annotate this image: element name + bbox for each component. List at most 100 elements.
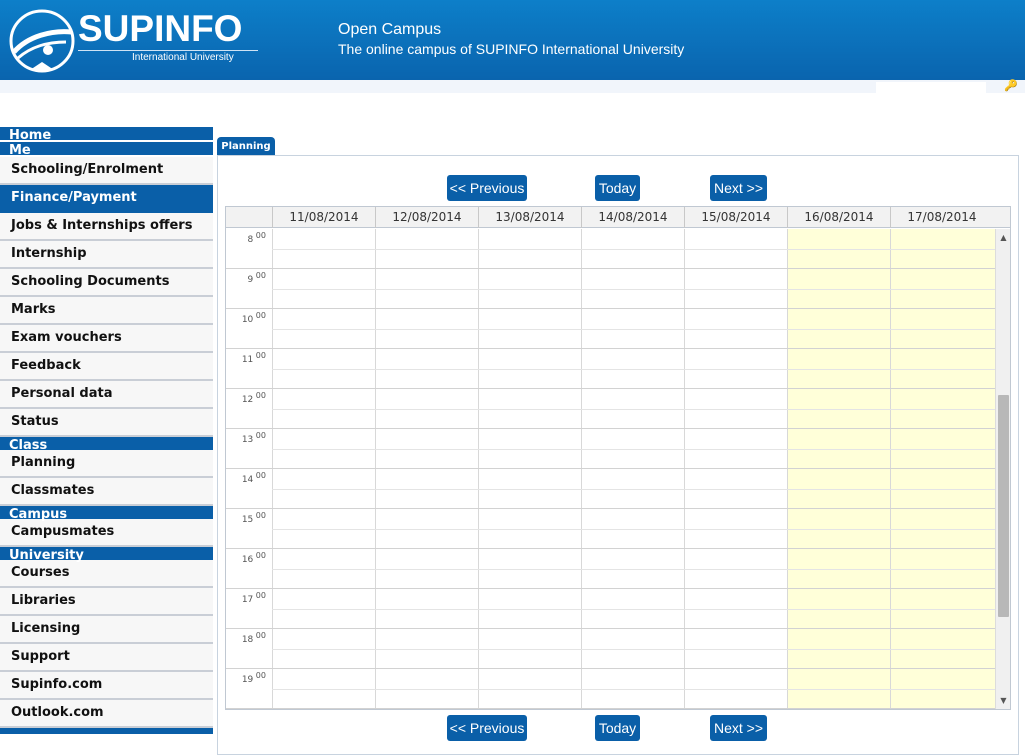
scroll-thumb[interactable] [998,395,1009,617]
day-column-divider [890,229,891,709]
sidebar-section-partial [0,728,213,734]
sidebar-item-support[interactable]: Support [0,644,213,672]
half-hour-line [272,329,995,330]
sidebar-section-me: Me [0,142,213,157]
hour-label: 9 00 [247,271,266,285]
hour-label: 8 00 [247,231,266,245]
hour-label: 14 00 [241,471,266,485]
half-hour-line [272,289,995,290]
sidebar-item-internship[interactable]: Internship [0,241,213,269]
half-hour-line [272,369,995,370]
half-hour-line [272,649,995,650]
hour-label: 13 00 [241,431,266,445]
hour-label: 11 00 [241,351,266,365]
hour-label: 10 00 [241,311,266,325]
sidebar-item-classmates[interactable]: Classmates [0,478,213,506]
sidebar-section-university: University [0,547,213,562]
half-hour-line [272,609,995,610]
calendar-body[interactable]: 8 00 9 00 10 00 11 00 12 00 13 00 14 00 15 00 16… [226,229,995,709]
sidebar-item-campusmates[interactable]: Campusmates [0,519,213,547]
half-hour-line [272,249,995,250]
hour-line [226,588,995,589]
half-hour-line [272,489,995,490]
hour-line [226,508,995,509]
sidebar-item-personal-data[interactable]: Personal data [0,381,213,409]
hour-line [226,428,995,429]
hour-label: 12 00 [241,391,266,405]
day-header: 11/08/2014 [272,207,375,228]
sidebar-item-schooling-documents[interactable]: Schooling Documents [0,269,213,297]
hour-line [226,308,995,309]
site-tagline: The online campus of SUPINFO Internation… [338,41,685,57]
logo-subtitle: International University [132,52,234,63]
today-button-bottom[interactable]: Today [595,715,640,741]
sidebar-item-finance-payment[interactable]: Finance/Payment [0,185,213,213]
day-header: 15/08/2014 [684,207,787,228]
sidebar-item-planning[interactable]: Planning [0,450,213,478]
sidebar-section-class: Class [0,437,213,452]
sidebar-section-campus: Campus [0,506,213,521]
day-column-divider [787,229,788,709]
today-button-top[interactable]: Today [595,175,640,201]
day-column-divider [684,229,685,709]
day-header: 14/08/2014 [581,207,684,228]
sidebar-item-schooling-enrolment[interactable]: Schooling/Enrolment [0,157,213,185]
half-hour-line [272,529,995,530]
previous-button-top[interactable]: << Previous [447,175,527,201]
sidebar-item-outlook-com[interactable]: Outlook.com [0,700,213,728]
weekend-column [890,229,995,709]
sidebar-nav: Home Me Schooling/Enrolment Finance/Paym… [0,127,213,734]
key-icon[interactable]: 🔑 [1004,80,1018,92]
weekend-column [787,229,890,709]
calendar-scrollbar[interactable]: ▲ ▼ [995,229,1010,709]
hour-label: 17 00 [241,591,266,605]
hour-line [226,708,995,709]
hour-line [226,668,995,669]
hour-line [226,628,995,629]
previous-button-bottom[interactable]: << Previous [447,715,527,741]
day-column-divider [581,229,582,709]
logo-text: SUPINFO [78,8,243,49]
sidebar-item-jobs-internships[interactable]: Jobs & Internships offers [0,213,213,241]
logo-divider [78,50,258,51]
hour-line [226,348,995,349]
half-hour-line [272,449,995,450]
next-button-bottom[interactable]: Next >> [710,715,767,741]
half-hour-line [272,409,995,410]
hour-line [226,388,995,389]
sidebar-item-marks[interactable]: Marks [0,297,213,325]
sidebar-item-licensing[interactable]: Licensing [0,616,213,644]
scroll-down-icon[interactable]: ▼ [999,696,1008,705]
sidebar-item-status[interactable]: Status [0,409,213,437]
sidebar-item-libraries[interactable]: Libraries [0,588,213,616]
half-hour-line [272,569,995,570]
hour-line [226,468,995,469]
week-calendar-grid: 11/08/2014 12/08/2014 13/08/2014 14/08/2… [225,206,1011,710]
day-header: 16/08/2014 [787,207,890,228]
half-hour-line [272,689,995,690]
hour-label: 18 00 [241,631,266,645]
day-column-divider [478,229,479,709]
sidebar-item-supinfo-com[interactable]: Supinfo.com [0,672,213,700]
day-column-divider [272,229,273,709]
day-header: 13/08/2014 [478,207,581,228]
sidebar-section-home[interactable]: Home [0,127,213,142]
day-header: 17/08/2014 [890,207,993,228]
scroll-up-icon[interactable]: ▲ [999,233,1008,242]
hour-line [226,268,995,269]
hour-label: 16 00 [241,551,266,565]
site-header: SUPINFO International University Open Ca… [0,0,1025,80]
site-title: Open Campus [338,21,442,38]
sidebar-item-feedback[interactable]: Feedback [0,353,213,381]
next-button-top[interactable]: Next >> [710,175,767,201]
day-header: 12/08/2014 [375,207,478,228]
hour-label: 19 00 [241,671,266,685]
header-subbar-field [876,82,986,93]
hour-line [226,548,995,549]
sidebar-item-exam-vouchers[interactable]: Exam vouchers [0,325,213,353]
sidebar-item-courses[interactable]: Courses [0,560,213,588]
calendar-header-row: 11/08/2014 12/08/2014 13/08/2014 14/08/2… [226,207,1010,228]
tab-planning[interactable]: Planning [217,137,275,155]
day-column-divider [375,229,376,709]
hour-label: 15 00 [241,511,266,525]
